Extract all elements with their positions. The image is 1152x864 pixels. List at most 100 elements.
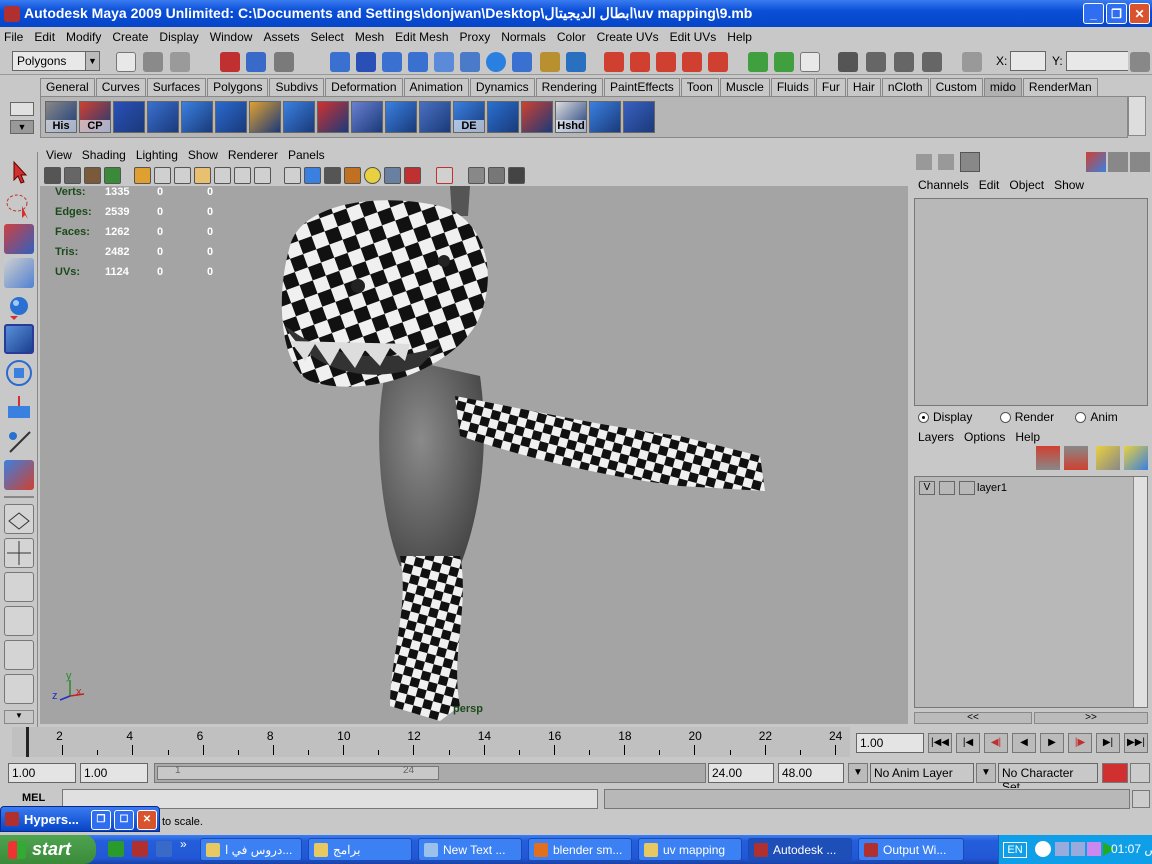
render-globe-icon[interactable] bbox=[486, 52, 506, 72]
taskbar-item[interactable]: برامج bbox=[308, 838, 412, 861]
render-settings-icon[interactable] bbox=[922, 52, 942, 72]
shadows-icon[interactable] bbox=[384, 167, 401, 184]
menu-assets[interactable]: Assets bbox=[263, 30, 299, 44]
high-quality-icon[interactable] bbox=[488, 167, 505, 184]
uv-unfold-icon[interactable] bbox=[385, 101, 417, 133]
new-layer-icon[interactable] bbox=[1096, 446, 1120, 470]
help-question-icon[interactable] bbox=[512, 52, 532, 72]
quicklaunch-excel-icon[interactable] bbox=[108, 841, 124, 857]
go-to-start-icon[interactable]: |◀◀ bbox=[928, 733, 952, 753]
move-tool-icon[interactable] bbox=[4, 258, 34, 288]
wireframe-icon[interactable] bbox=[284, 167, 301, 184]
shelf-tab-fur[interactable]: Fur bbox=[815, 78, 846, 96]
menu-proxy[interactable]: Proxy bbox=[460, 30, 491, 44]
step-back-frame-icon[interactable]: |◀ bbox=[956, 733, 980, 753]
cb-menu-show[interactable]: Show bbox=[1054, 178, 1084, 192]
pin-icon[interactable] bbox=[521, 101, 553, 133]
new-layer-selected-icon[interactable] bbox=[1124, 446, 1148, 470]
shelf-options-icon[interactable] bbox=[10, 102, 34, 116]
hypershade-window[interactable]: Hypers... ❐ ☐ ✕ bbox=[0, 806, 160, 832]
history-icon[interactable]: His bbox=[45, 101, 77, 133]
persp-outliner-layout-icon[interactable] bbox=[4, 572, 34, 602]
shelf-tab-muscle[interactable]: Muscle bbox=[719, 78, 770, 96]
ipr-render-icon[interactable] bbox=[894, 52, 914, 72]
select-tool-icon[interactable] bbox=[4, 156, 34, 186]
language-indicator[interactable]: EN bbox=[1003, 842, 1027, 858]
shelf-tab-polygons[interactable]: Polygons bbox=[207, 78, 269, 96]
xray-icon[interactable] bbox=[404, 167, 421, 184]
maximize-button[interactable]: ❐ bbox=[1106, 3, 1127, 24]
go-to-end-icon[interactable]: ▶▶| bbox=[1124, 733, 1148, 753]
tray-chevron-icon[interactable] bbox=[1035, 841, 1051, 857]
anim-layer-chevron-down-icon[interactable]: ▼ bbox=[848, 763, 868, 783]
play-backward-icon[interactable]: ◀ bbox=[1012, 733, 1036, 753]
cube-map-icon[interactable] bbox=[283, 101, 315, 133]
tool-settings-icon[interactable] bbox=[960, 152, 980, 172]
new-scene-icon[interactable] bbox=[116, 52, 136, 72]
select-component-icon[interactable] bbox=[274, 52, 294, 72]
move-layer-down-icon[interactable] bbox=[1064, 446, 1088, 470]
menu-edit-mesh[interactable]: Edit Mesh bbox=[395, 30, 448, 44]
taskbar-item[interactable]: blender sm... bbox=[528, 838, 632, 861]
paint-select-tool-icon[interactable] bbox=[4, 224, 34, 254]
panel-menu-lighting[interactable]: Lighting bbox=[136, 148, 178, 162]
layer-type-toggle[interactable] bbox=[939, 481, 955, 495]
shelf-tab-subdivs[interactable]: Subdivs bbox=[269, 78, 325, 96]
play-forward-icon[interactable]: ▶ bbox=[1040, 733, 1064, 753]
anim-prefs-icon[interactable] bbox=[1130, 763, 1150, 783]
channel-box-toggle-icon[interactable] bbox=[1108, 152, 1128, 172]
shelf-chevron-down-icon[interactable]: ▼ bbox=[10, 120, 34, 134]
last-tool-icon[interactable] bbox=[4, 460, 34, 490]
char-set-chevron-down-icon[interactable]: ▼ bbox=[976, 763, 996, 783]
auto-key-icon[interactable] bbox=[1102, 763, 1128, 783]
paint-icon[interactable] bbox=[589, 101, 621, 133]
layer-row[interactable]: V layer1 bbox=[919, 481, 1007, 495]
shelf-tab-toon[interactable]: Toon bbox=[680, 78, 719, 96]
select-hierarchy-icon[interactable] bbox=[220, 52, 240, 72]
shelf-tab-ncloth[interactable]: nCloth bbox=[881, 78, 929, 96]
film-gate-icon[interactable] bbox=[154, 167, 171, 184]
time-slider[interactable]: 2 4 6 8 10 12 14 16 18 20 22 24 1.00 |◀◀ |◀ ◀| ◀ ▶ … bbox=[0, 727, 1152, 759]
maximize-icon[interactable]: ☐ bbox=[114, 810, 134, 830]
menu-help[interactable]: Help bbox=[727, 30, 752, 44]
shelf-tab-general[interactable]: General bbox=[40, 78, 95, 96]
menu-edit-uvs[interactable]: Edit UVs bbox=[670, 30, 717, 44]
selection-mask-icon[interactable] bbox=[566, 52, 586, 72]
globe-icon[interactable] bbox=[487, 101, 519, 133]
open-scene-icon[interactable] bbox=[143, 52, 163, 72]
textured-icon[interactable] bbox=[344, 167, 361, 184]
shelf-tab-curves[interactable]: Curves bbox=[95, 78, 146, 96]
gate-mask-icon[interactable] bbox=[194, 167, 211, 184]
quicklaunch-app-icon[interactable] bbox=[156, 841, 172, 857]
cb-menu-channels[interactable]: Channels bbox=[918, 178, 969, 192]
input-ops-icon[interactable] bbox=[748, 52, 768, 72]
tray-network-icon[interactable] bbox=[1055, 842, 1069, 856]
persp-trax-layout-icon[interactable] bbox=[4, 674, 34, 704]
magnet2-icon[interactable] bbox=[630, 52, 650, 72]
menu-set-selector[interactable]: Polygons ▼ bbox=[12, 51, 100, 71]
menu-create-uvs[interactable]: Create UVs bbox=[597, 30, 659, 44]
range-slider[interactable]: 1 24 bbox=[154, 763, 706, 783]
image-plane-icon[interactable] bbox=[104, 167, 121, 184]
persp-graph-layout-icon[interactable] bbox=[4, 606, 34, 636]
start-button[interactable]: start bbox=[0, 835, 96, 864]
smooth-shade-icon[interactable] bbox=[304, 167, 321, 184]
grid-map-icon[interactable] bbox=[249, 101, 281, 133]
playback-end-field[interactable]: 24.00 bbox=[708, 763, 774, 783]
render-frame-icon[interactable] bbox=[866, 52, 886, 72]
uv-layout-icon[interactable] bbox=[351, 101, 383, 133]
current-time-marker[interactable] bbox=[26, 727, 29, 757]
taskbar-item[interactable]: New Text ... bbox=[418, 838, 522, 861]
y-input[interactable] bbox=[1066, 51, 1128, 71]
layer-menu-help[interactable]: Help bbox=[1015, 430, 1040, 444]
animation-start-field[interactable]: 1.00 bbox=[8, 763, 76, 783]
render-view-icon[interactable] bbox=[838, 52, 858, 72]
cb-menu-edit[interactable]: Edit bbox=[979, 178, 1000, 192]
sphere-map-icon[interactable] bbox=[317, 101, 349, 133]
playback-start-field[interactable]: 1.00 bbox=[80, 763, 148, 783]
layer-menu-options[interactable]: Options bbox=[964, 430, 1005, 444]
current-time-field[interactable]: 1.00 bbox=[856, 733, 924, 753]
tray-volume-icon[interactable] bbox=[1087, 842, 1101, 856]
shelf-tab-rendering[interactable]: Rendering bbox=[535, 78, 603, 96]
panel-menu-view[interactable]: View bbox=[46, 148, 72, 162]
